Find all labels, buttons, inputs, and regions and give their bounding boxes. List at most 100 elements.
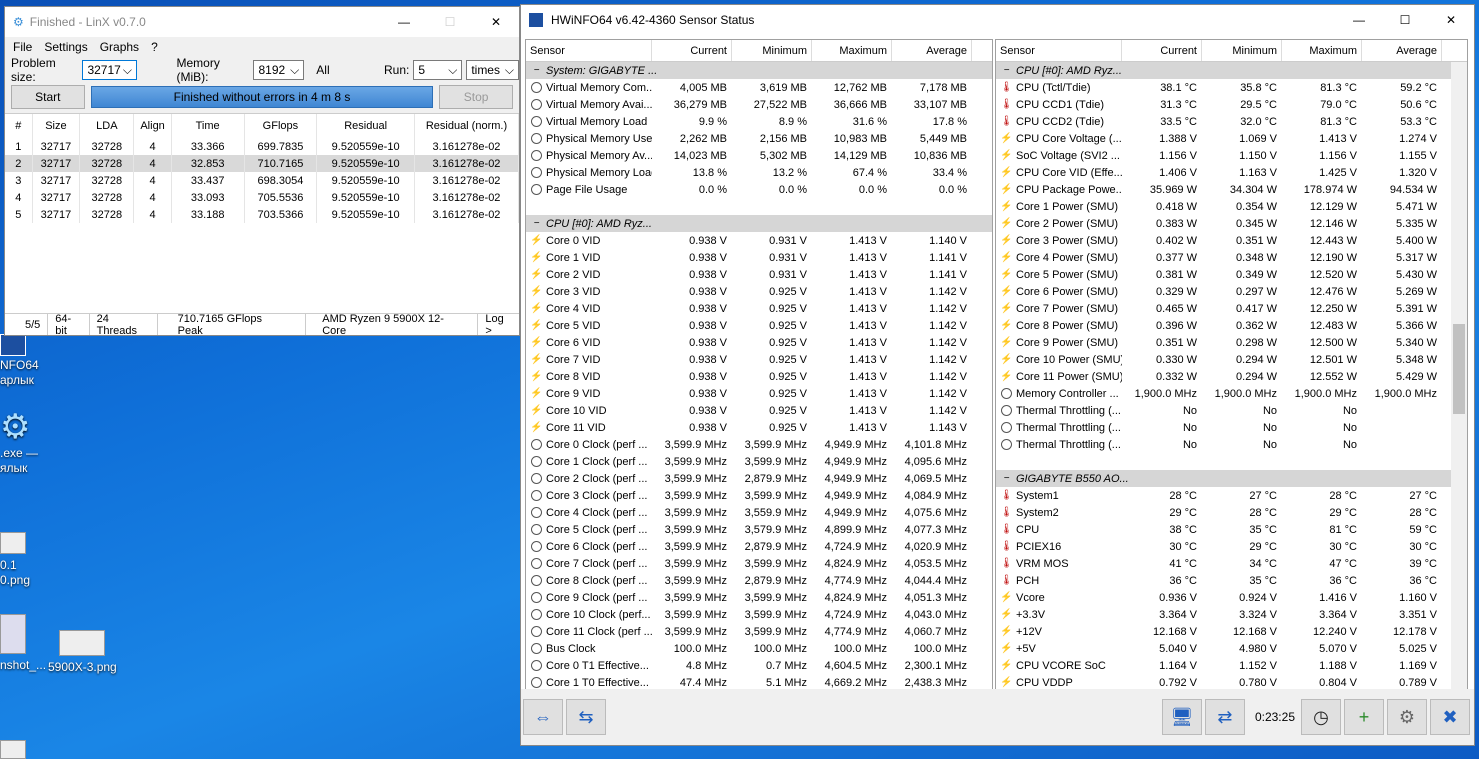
arrows-right-left-icon[interactable]: ⇆ <box>566 699 606 735</box>
sensor-row[interactable]: Core 4 Clock (perf ... 3,599.9 MHz 3,559.9… <box>526 504 992 521</box>
sensor-row[interactable]: ⚡ Core 2 VID 0.938 V 0.931 V 1.413 V 1.141 V <box>526 266 992 283</box>
col-current[interactable]: Current <box>1122 40 1202 61</box>
minimize-button[interactable]: — <box>1336 5 1382 35</box>
close-x-icon[interactable]: ✖ <box>1430 699 1470 735</box>
col-average[interactable]: Average <box>892 40 972 61</box>
table-row[interactable]: 1 32717 32728 4 33.366 699.7835 9.520559e-10 3.… <box>5 138 519 155</box>
sensor-row[interactable]: ⚡ CPU Core VID (Effe... 1.406 V 1.163 V 1.42… <box>996 164 1467 181</box>
sensor-row[interactable]: ⚡ Core 3 Power (SMU) 0.402 W 0.351 W 12.443 … <box>996 232 1467 249</box>
sensor-group-header[interactable]: − CPU [#0]: AMD Ryz... <box>526 215 992 232</box>
sensor-row[interactable]: ⚡ CPU Core Voltage (... 1.388 V 1.069 V 1.41… <box>996 130 1467 147</box>
table-row[interactable]: 3 32717 32728 4 33.437 698.3054 9.520559e-10 3.… <box>5 172 519 189</box>
sensor-row[interactable]: 🌡 PCH 36 °C 35 °C 36 °C 36 °C <box>996 572 1467 589</box>
sensor-row[interactable]: 🌡 VRM MOS 41 °C 34 °C 47 °C 39 °C <box>996 555 1467 572</box>
sensor-row[interactable]: ⚡ CPU VCORE SoC 1.164 V 1.152 V 1.188 V 1.169… <box>996 657 1467 674</box>
sensor-group-header[interactable]: − CPU [#0]: AMD Ryz... <box>996 62 1467 79</box>
sensor-row[interactable]: ⚡ Core 4 Power (SMU) 0.377 W 0.348 W 12.190 … <box>996 249 1467 266</box>
col-index[interactable]: # <box>5 114 33 138</box>
sensor-row[interactable]: Core 2 Clock (perf ... 3,599.9 MHz 2,879.9… <box>526 470 992 487</box>
menu-settings[interactable]: Settings <box>44 40 87 54</box>
sensor-row[interactable]: Bus Clock 100.0 MHz 100.0 MHz 100.0 MHz 100.… <box>526 640 992 657</box>
col-lda[interactable]: LDA <box>79 114 135 138</box>
col-gflops[interactable]: GFlops <box>244 114 318 138</box>
sensor-row[interactable]: Core 7 Clock (perf ... 3,599.9 MHz 3,599.9… <box>526 555 992 572</box>
sensor-row[interactable]: Core 6 Clock (perf ... 3,599.9 MHz 2,879.9… <box>526 538 992 555</box>
col-minimum[interactable]: Minimum <box>732 40 812 61</box>
desktop-icon-screenshot[interactable]: nshot_... <box>0 614 46 673</box>
col-sensor[interactable]: Sensor <box>526 40 652 61</box>
close-button[interactable]: ✕ <box>1428 5 1474 35</box>
collapse-icon[interactable]: − <box>531 65 542 76</box>
collapse-icon[interactable]: − <box>1001 65 1012 76</box>
col-sensor[interactable]: Sensor <box>996 40 1122 61</box>
monitor-icon[interactable]: 🖥 <box>1161 699 1202 735</box>
sensor-row[interactable]: ⚡ Core 9 VID 0.938 V 0.925 V 1.413 V 1.142 V <box>526 385 992 402</box>
sensor-row[interactable]: Physical Memory Av... 14,023 MB 5,302 MB 14… <box>526 147 992 164</box>
run-count-combo[interactable]: 5 ⌵ <box>413 60 463 80</box>
sensor-row[interactable]: ⚡ Core 9 Power (SMU) 0.351 W 0.298 W 12.500 … <box>996 334 1467 351</box>
arrows-left-right-icon[interactable]: ⇔ <box>523 699 563 735</box>
menu-graphs[interactable]: Graphs <box>100 40 139 54</box>
sensor-row[interactable]: 🌡 System1 28 °C 27 °C 28 °C 27 °C <box>996 487 1467 504</box>
col-average[interactable]: Average <box>1362 40 1442 61</box>
sensor-row[interactable]: Thermal Throttling (... No No No <box>996 419 1467 436</box>
sensor-row[interactable]: Physical Memory Load 13.8 % 13.2 % 67.4 % 33… <box>526 164 992 181</box>
scrollbar[interactable] <box>1451 62 1467 690</box>
close-button[interactable]: ✕ <box>473 7 519 37</box>
sensor-row[interactable]: Core 8 Clock (perf ... 3,599.9 MHz 2,879.9… <box>526 572 992 589</box>
minimize-button[interactable]: — <box>381 7 427 37</box>
sensor-group-header[interactable]: − GIGABYTE B550 AO... <box>996 470 1467 487</box>
network-icon[interactable]: ⇄ <box>1204 699 1245 735</box>
col-residual-norm[interactable]: Residual (norm.) <box>414 114 519 138</box>
sensor-row[interactable]: Core 11 Clock (perf ... 3,599.9 MHz 3,599.… <box>526 623 992 640</box>
sensor-row[interactable]: ⚡ Core 0 VID 0.938 V 0.931 V 1.413 V 1.140 V <box>526 232 992 249</box>
col-minimum[interactable]: Minimum <box>1202 40 1282 61</box>
sensor-row[interactable]: ⚡ Core 11 VID 0.938 V 0.925 V 1.413 V 1.143 V <box>526 419 992 436</box>
sensor-row[interactable]: ⚡ CPU Package Powe... 35.969 W 34.304 W 178.… <box>996 181 1467 198</box>
sensor-row[interactable]: Core 0 Clock (perf ... 3,599.9 MHz 3,599.9… <box>526 436 992 453</box>
desktop-icon-png-1[interactable]: 0.1 0.png <box>0 532 30 588</box>
sensor-row[interactable]: Physical Memory Used 2,262 MB 2,156 MB 10,9… <box>526 130 992 147</box>
sensor-row[interactable]: ⚡ Core 1 Power (SMU) 0.418 W 0.354 W 12.129 … <box>996 198 1467 215</box>
sensor-row[interactable]: Memory Controller ... 1,900.0 MHz 1,900.0 … <box>996 385 1467 402</box>
sensor-row[interactable]: Core 10 Clock (perf... 3,599.9 MHz 3,599.9… <box>526 606 992 623</box>
sensor-row[interactable]: 🌡 PCIEX16 30 °C 29 °C 30 °C 30 °C <box>996 538 1467 555</box>
table-row[interactable]: 2 32717 32728 4 32.853 710.7165 9.520559e-10 3.… <box>5 155 519 172</box>
log-button[interactable]: Log > <box>478 313 519 336</box>
col-align[interactable]: Align <box>133 114 172 138</box>
sensor-row[interactable]: ⚡ Core 6 Power (SMU) 0.329 W 0.297 W 12.476 … <box>996 283 1467 300</box>
run-unit-combo[interactable]: times ⌵ <box>466 60 519 80</box>
sensor-row[interactable]: Core 9 Clock (perf ... 3,599.9 MHz 3,599.9… <box>526 589 992 606</box>
sensor-row[interactable]: ⚡ Core 10 VID 0.938 V 0.925 V 1.413 V 1.142 V <box>526 402 992 419</box>
sensor-row[interactable]: 🌡 CPU (Tctl/Tdie) 38.1 °C 35.8 °C 81.3 °C 59.… <box>996 79 1467 96</box>
sensor-row[interactable]: ⚡ Core 7 VID 0.938 V 0.925 V 1.413 V 1.142 V <box>526 351 992 368</box>
maximize-button[interactable]: ☐ <box>427 7 473 37</box>
start-button[interactable]: Start <box>11 85 85 109</box>
col-residual[interactable]: Residual <box>316 114 415 138</box>
sensor-row[interactable]: ⚡ Core 11 Power (SMU) 0.332 W 0.294 W 12.552… <box>996 368 1467 385</box>
sensor-row[interactable]: Thermal Throttling (... No No No <box>996 402 1467 419</box>
col-time[interactable]: Time <box>171 114 245 138</box>
sensor-row[interactable]: ⚡ +3.3V 3.364 V 3.324 V 3.364 V 3.351 V <box>996 606 1467 623</box>
desktop-icon-5900x[interactable]: 5900X-3.png <box>48 630 117 675</box>
scrollbar-thumb[interactable] <box>1453 324 1465 414</box>
settings-gear-icon[interactable]: ⚙ <box>1387 699 1427 735</box>
col-maximum[interactable]: Maximum <box>1282 40 1362 61</box>
sensor-row[interactable]: ⚡ Core 8 VID 0.938 V 0.925 V 1.413 V 1.142 V <box>526 368 992 385</box>
clock-icon[interactable]: ◷ <box>1301 699 1341 735</box>
sensor-row[interactable]: Core 5 Clock (perf ... 3,599.9 MHz 3,579.9… <box>526 521 992 538</box>
sensor-row[interactable]: ⚡ Core 5 VID 0.938 V 0.925 V 1.413 V 1.142 V <box>526 317 992 334</box>
collapse-icon[interactable]: − <box>531 218 542 229</box>
collapse-icon[interactable]: − <box>1001 473 1012 484</box>
sensor-row[interactable]: 🌡 CPU CCD2 (Tdie) 33.5 °C 32.0 °C 81.3 °C 53.… <box>996 113 1467 130</box>
sensor-row[interactable]: ⚡ Core 5 Power (SMU) 0.381 W 0.349 W 12.520 … <box>996 266 1467 283</box>
sensor-row[interactable]: ⚡ Core 8 Power (SMU) 0.396 W 0.362 W 12.483 … <box>996 317 1467 334</box>
sensor-row[interactable]: ⚡ Core 4 VID 0.938 V 0.925 V 1.413 V 1.142 V <box>526 300 992 317</box>
desktop-icon-partial[interactable] <box>0 740 26 759</box>
menu-file[interactable]: File <box>13 40 32 54</box>
sensor-row[interactable]: Thermal Throttling (... No No No <box>996 436 1467 453</box>
sensor-row[interactable]: ⚡ Core 1 VID 0.938 V 0.931 V 1.413 V 1.141 V <box>526 249 992 266</box>
table-row[interactable]: 5 32717 32728 4 33.188 703.5366 9.520559e-10 3.… <box>5 206 519 223</box>
maximize-button[interactable]: ☐ <box>1382 5 1428 35</box>
sensor-row[interactable]: Core 3 Clock (perf ... 3,599.9 MHz 3,599.9… <box>526 487 992 504</box>
